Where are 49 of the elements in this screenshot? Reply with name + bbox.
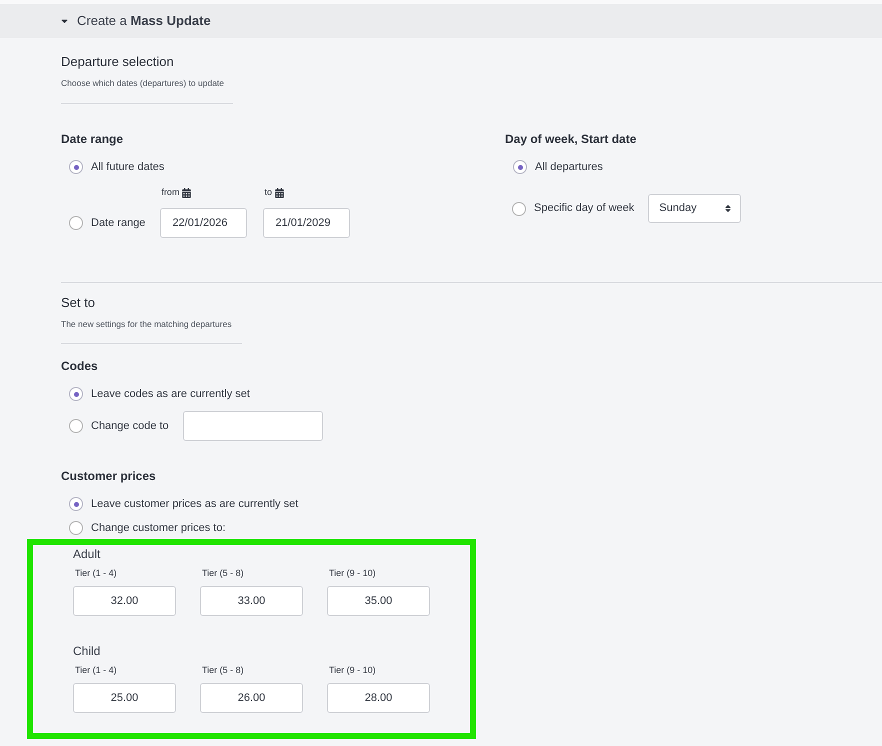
price-group-label: Child	[73, 643, 100, 659]
section-description: Choose which dates (departures) to update	[61, 77, 224, 89]
radio-button[interactable]	[512, 202, 526, 216]
price-field[interactable]: 35.00	[327, 586, 430, 616]
code-field[interactable]	[182, 411, 323, 441]
calendar-icon	[182, 188, 192, 198]
radio-label[interactable]: Specific day of week	[534, 200, 634, 217]
tier-label: Tier (1 - 4)	[74, 664, 117, 676]
section-description: The new settings for the matching departures	[61, 318, 232, 330]
radio-label[interactable]: All future dates	[91, 158, 164, 176]
header-title: Create a Mass Update	[77, 12, 211, 30]
radio-label[interactable]: Leave codes as are currently set	[91, 386, 250, 402]
date-field[interactable]: 22/01/2026	[160, 208, 248, 238]
radio-button[interactable]	[513, 160, 527, 174]
section-header[interactable]: Create a Mass Update	[0, 4, 882, 38]
date-field[interactable]: 21/01/2029	[263, 208, 350, 238]
radio-label[interactable]: Change customer prices to:	[91, 520, 226, 536]
price-field[interactable]: 28.00	[327, 683, 430, 713]
tier-label: Tier (9 - 10)	[328, 567, 376, 579]
group-heading: Day of week, Start date	[505, 131, 636, 147]
radio-button[interactable]	[69, 521, 83, 535]
calendar-icon	[274, 188, 284, 198]
price-field[interactable]: 32.00	[73, 586, 176, 616]
group-heading: Date range	[61, 131, 124, 147]
price-field[interactable]: 33.00	[200, 586, 303, 616]
price-field[interactable]: 26.00	[200, 683, 303, 713]
radio-button[interactable]	[69, 160, 83, 174]
field-label: from	[161, 186, 180, 200]
radio-button[interactable]	[69, 497, 83, 511]
radio-button[interactable]	[69, 216, 83, 230]
day-select[interactable]: Sunday	[648, 194, 742, 223]
field-label: to	[264, 186, 272, 200]
group-heading: Codes	[61, 358, 98, 374]
tier-label: Tier (1 - 4)	[74, 567, 117, 579]
radio-label[interactable]: Leave customer prices as are currently set	[91, 496, 298, 512]
radio-button[interactable]	[69, 419, 83, 433]
section-heading: Departure selection	[61, 54, 174, 70]
price-group-label: Adult	[73, 546, 100, 562]
radio-label[interactable]: Change code to	[91, 418, 169, 434]
tier-label: Tier (5 - 8)	[201, 567, 244, 579]
radio-label[interactable]: All departures	[535, 158, 603, 176]
group-heading: Customer prices	[61, 468, 156, 484]
sort-icon	[725, 204, 732, 213]
radio-label[interactable]: Date range	[91, 214, 146, 232]
radio-button[interactable]	[69, 387, 83, 401]
tier-label: Tier (9 - 10)	[328, 664, 376, 676]
section-heading: Set to	[61, 295, 95, 311]
price-field[interactable]: 25.00	[73, 683, 176, 713]
tier-label: Tier (5 - 8)	[201, 664, 244, 676]
